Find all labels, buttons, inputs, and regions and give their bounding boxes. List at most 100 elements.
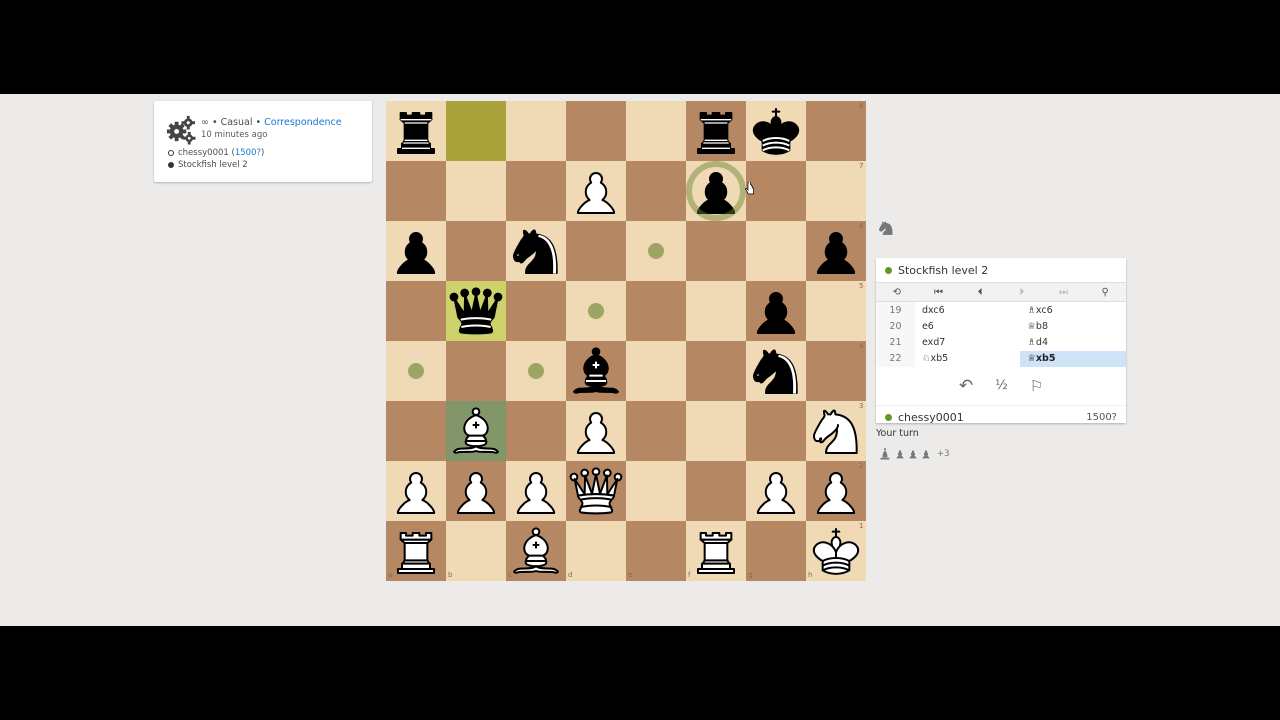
square-b6[interactable] [446,221,506,281]
current-move[interactable]: ♕xb5 [1020,350,1126,367]
square-c8[interactable] [506,101,566,161]
square-d8[interactable] [566,101,626,161]
black-pawn-icon[interactable] [806,221,866,281]
offer-draw-button[interactable]: ½ [995,378,1008,393]
square-e2[interactable] [626,461,686,521]
square-b2[interactable] [446,461,506,521]
square-c1[interactable] [506,521,566,581]
white-pawn-icon[interactable] [506,461,566,521]
square-a4[interactable] [386,341,446,401]
square-c4[interactable] [506,341,566,401]
black-player-entry[interactable]: Stockfish level 2 [168,160,248,170]
square-c5[interactable] [506,281,566,341]
square-b4[interactable] [446,341,506,401]
square-g1[interactable] [746,521,806,581]
square-b3[interactable] [446,401,506,461]
white-pawn-icon[interactable] [446,461,506,521]
square-h3[interactable] [806,401,866,461]
black-knight-icon[interactable] [506,221,566,281]
square-d5[interactable] [566,281,626,341]
black-bishop-icon[interactable] [566,341,626,401]
square-e6[interactable] [626,221,686,281]
white-pawn-icon[interactable] [806,461,866,521]
black-move[interactable]: ♗d4 [1020,334,1126,350]
square-h6[interactable] [806,221,866,281]
move-destination-dot[interactable] [588,303,604,319]
square-g5[interactable] [746,281,806,341]
white-move[interactable]: exd7 [915,334,1020,350]
square-b8[interactable] [446,101,506,161]
square-d6[interactable] [566,221,626,281]
square-c2[interactable] [506,461,566,521]
white-player-entry[interactable]: chessy0001 (1500?) [168,148,264,158]
white-bishop-icon[interactable] [446,401,506,461]
white-king-icon[interactable] [806,521,866,581]
white-pawn-icon[interactable] [566,161,626,221]
square-a8[interactable] [386,101,446,161]
move-destination-dot[interactable] [408,363,424,379]
white-pawn-icon[interactable] [566,401,626,461]
square-g2[interactable] [746,461,806,521]
square-e5[interactable] [626,281,686,341]
player-name[interactable]: chessy0001 [898,411,964,424]
square-h2[interactable] [806,461,866,521]
first-move-icon[interactable]: ⏮ [918,283,960,301]
previous-move-icon[interactable]: ⏴ [959,283,1001,301]
square-h8[interactable] [806,101,866,161]
next-move-icon[interactable]: ⏵ [1001,283,1043,301]
square-e7[interactable] [626,161,686,221]
square-b7[interactable] [446,161,506,221]
black-king-icon[interactable] [746,101,806,161]
square-e3[interactable] [626,401,686,461]
square-e4[interactable] [626,341,686,401]
square-g7[interactable] [746,161,806,221]
black-knight-icon[interactable] [746,341,806,401]
square-a5[interactable] [386,281,446,341]
square-e1[interactable] [626,521,686,581]
move-destination-dot[interactable] [528,363,544,379]
white-rook-icon[interactable] [386,521,446,581]
square-g4[interactable] [746,341,806,401]
move-destination-dot[interactable] [648,243,664,259]
white-move[interactable]: ♘xb5 [915,351,1020,367]
square-c3[interactable] [506,401,566,461]
square-f4[interactable] [686,341,746,401]
takeback-icon[interactable]: ↶ [959,376,973,396]
white-move[interactable]: e6 [915,318,1020,334]
opponent-name[interactable]: Stockfish level 2 [898,264,988,277]
black-move[interactable]: ♕b8 [1020,318,1126,334]
square-c6[interactable] [506,221,566,281]
white-player-name[interactable]: chessy0001 [178,148,229,158]
square-f2[interactable] [686,461,746,521]
square-d4[interactable] [566,341,626,401]
speed-link[interactable]: Correspondence [264,117,342,128]
square-f5[interactable] [686,281,746,341]
capture-destination-ring[interactable] [686,161,746,221]
square-b5[interactable] [446,281,506,341]
square-f6[interactable] [686,221,746,281]
square-h7[interactable] [806,161,866,221]
black-player-name[interactable]: Stockfish level 2 [178,160,248,170]
square-a3[interactable] [386,401,446,461]
last-move-icon[interactable]: ⏭ [1043,283,1085,301]
square-d3[interactable] [566,401,626,461]
square-d1[interactable] [566,521,626,581]
black-pawn-icon[interactable] [746,281,806,341]
square-g8[interactable] [746,101,806,161]
square-g6[interactable] [746,221,806,281]
white-rook-icon[interactable] [686,521,746,581]
white-pawn-icon[interactable] [386,461,446,521]
black-pawn-icon[interactable] [386,221,446,281]
square-b1[interactable] [446,521,506,581]
white-pawn-icon[interactable] [746,461,806,521]
black-rook-icon[interactable] [686,101,746,161]
square-h4[interactable] [806,341,866,401]
white-bishop-icon[interactable] [506,521,566,581]
square-f8[interactable] [686,101,746,161]
black-move[interactable]: ♗xc6 [1020,302,1126,318]
white-knight-icon[interactable] [806,401,866,461]
square-f3[interactable] [686,401,746,461]
white-queen-icon[interactable] [566,461,626,521]
square-a2[interactable] [386,461,446,521]
square-a6[interactable] [386,221,446,281]
